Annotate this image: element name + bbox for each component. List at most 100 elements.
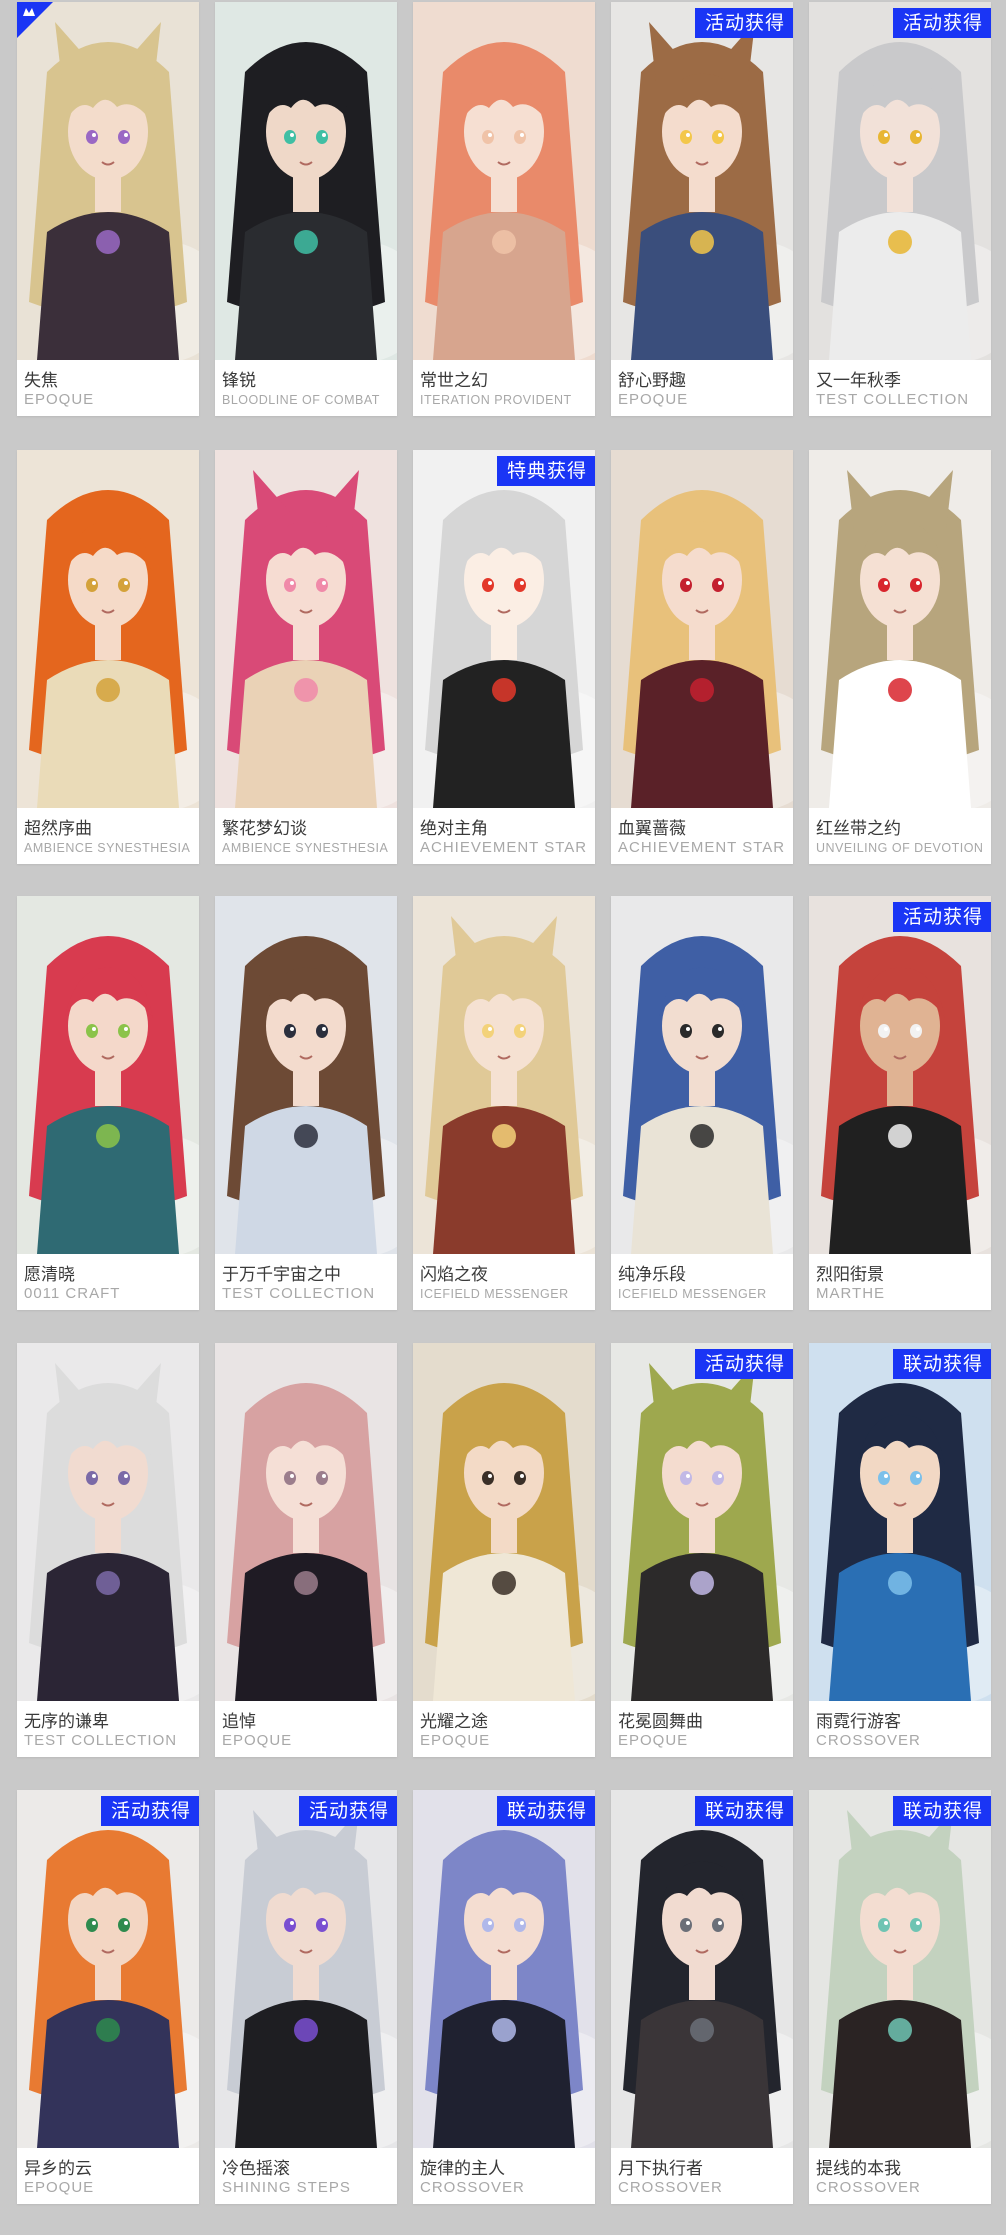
skin-name: 常世之幻 bbox=[420, 371, 488, 391]
skin-brand: ICEFIELD MESSENGER bbox=[420, 1287, 569, 1301]
skin-caption: 舒心野趣 EPOQUE bbox=[611, 360, 793, 416]
skin-portrait: 特典获得 bbox=[413, 450, 595, 808]
skin-name: 舒心野趣 bbox=[618, 371, 686, 391]
skin-caption: 于万千宇宙之中 TEST COLLECTION bbox=[215, 1254, 397, 1310]
character-portrait bbox=[17, 1343, 199, 1701]
skin-brand: CROSSOVER bbox=[816, 2179, 921, 2196]
skin-portrait bbox=[17, 2, 199, 360]
source-badge: 联动获得 bbox=[496, 1796, 595, 1826]
skin-portrait bbox=[17, 896, 199, 1254]
skin-caption: 锋锐 BLOODLINE OF COMBAT bbox=[215, 360, 397, 416]
skin-name: 锋锐 bbox=[222, 371, 256, 391]
skin-brand: TEST COLLECTION bbox=[816, 391, 970, 408]
source-badge: 活动获得 bbox=[694, 8, 793, 38]
skin-card[interactable]: 无序的谦卑 TEST COLLECTION bbox=[17, 1343, 199, 1757]
skin-portrait bbox=[413, 896, 595, 1254]
character-portrait bbox=[17, 2, 199, 360]
skin-name: 提线的本我 bbox=[816, 2159, 901, 2179]
skin-brand: CROSSOVER bbox=[618, 2179, 723, 2196]
skin-caption: 繁花梦幻谈 AMBIENCE SYNESTHESIA bbox=[215, 808, 397, 864]
skin-portrait bbox=[17, 1343, 199, 1701]
skin-brand: ICEFIELD MESSENGER bbox=[618, 1287, 767, 1301]
skin-name: 冷色摇滚 bbox=[222, 2159, 290, 2179]
skin-name: 红丝带之约 bbox=[816, 819, 901, 839]
source-badge: 活动获得 bbox=[892, 8, 991, 38]
character-portrait bbox=[611, 2, 793, 360]
skin-brand: CROSSOVER bbox=[816, 1732, 921, 1749]
skin-caption: 愿清晓 0011 CRAFT bbox=[17, 1254, 199, 1310]
skin-portrait bbox=[413, 1343, 595, 1701]
source-badge: 联动获得 bbox=[694, 1796, 793, 1826]
skin-card[interactable]: 闪焰之夜 ICEFIELD MESSENGER bbox=[413, 896, 595, 1310]
skin-name: 异乡的云 bbox=[24, 2159, 92, 2179]
skin-name: 于万千宇宙之中 bbox=[222, 1265, 341, 1285]
skin-card[interactable]: 追悼 EPOQUE bbox=[215, 1343, 397, 1757]
skin-card[interactable]: 超然序曲 AMBIENCE SYNESTHESIA bbox=[17, 450, 199, 864]
skin-name: 烈阳街景 bbox=[816, 1265, 884, 1285]
skin-portrait: 活动获得 bbox=[809, 2, 991, 360]
skin-caption: 光耀之途 EPOQUE bbox=[413, 1701, 595, 1757]
skin-card[interactable]: 失焦 EPOQUE bbox=[17, 2, 199, 416]
skin-card[interactable]: 联动获得 雨霓行游客 CROSSOVER bbox=[809, 1343, 991, 1757]
skin-card[interactable]: 锋锐 BLOODLINE OF COMBAT bbox=[215, 2, 397, 416]
skin-caption: 追悼 EPOQUE bbox=[215, 1701, 397, 1757]
skin-card[interactable]: 活动获得舒心野趣 EPOQUE bbox=[611, 2, 793, 416]
skin-brand: 0011 CRAFT bbox=[24, 1285, 121, 1302]
skin-brand: EPOQUE bbox=[420, 1732, 491, 1749]
source-badge: 联动获得 bbox=[892, 1796, 991, 1826]
skin-portrait bbox=[17, 450, 199, 808]
character-portrait bbox=[215, 450, 397, 808]
skin-caption: 失焦 EPOQUE bbox=[17, 360, 199, 416]
skin-card[interactable]: 活动获得又一年秋季 TEST COLLECTION bbox=[809, 2, 991, 416]
skin-caption: 异乡的云 EPOQUE bbox=[17, 2148, 199, 2204]
character-portrait bbox=[413, 896, 595, 1254]
skin-brand: CROSSOVER bbox=[420, 2179, 525, 2196]
skin-name: 闪焰之夜 bbox=[420, 1265, 488, 1285]
character-portrait bbox=[413, 1790, 595, 2148]
skin-name: 纯净乐段 bbox=[618, 1265, 686, 1285]
skin-portrait: 联动获得 bbox=[809, 1343, 991, 1701]
skin-caption: 提线的本我 CROSSOVER bbox=[809, 2148, 991, 2204]
skin-card[interactable]: 联动获得 月下执行者 CROSSOVER bbox=[611, 1790, 793, 2204]
skin-card[interactable]: 特典获得 绝对主角 ACHIEVEMENT STAR bbox=[413, 450, 595, 864]
skin-brand: EPOQUE bbox=[618, 391, 689, 408]
skin-name: 绝对主角 bbox=[420, 819, 488, 839]
skin-brand: TEST COLLECTION bbox=[24, 1732, 178, 1749]
skin-brand: EPOQUE bbox=[222, 1732, 293, 1749]
character-portrait bbox=[413, 2, 595, 360]
skin-card[interactable]: 纯净乐段 ICEFIELD MESSENGER bbox=[611, 896, 793, 1310]
skin-caption: 绝对主角 ACHIEVEMENT STAR bbox=[413, 808, 595, 864]
character-portrait bbox=[17, 896, 199, 1254]
skin-card[interactable]: 常世之幻 ITERATION PROVIDENT bbox=[413, 2, 595, 416]
skin-card[interactable]: 活动获得 异乡的云 EPOQUE bbox=[17, 1790, 199, 2204]
skin-card[interactable]: 繁花梦幻谈 AMBIENCE SYNESTHESIA bbox=[215, 450, 397, 864]
skin-card[interactable]: 红丝带之约 UNVEILING OF DEVOTION bbox=[809, 450, 991, 864]
skin-portrait bbox=[611, 896, 793, 1254]
skin-card[interactable]: 活动获得 花冕圆舞曲 EPOQUE bbox=[611, 1343, 793, 1757]
skin-portrait: 活动获得 bbox=[611, 1343, 793, 1701]
skin-card[interactable]: 愿清晓 0011 CRAFT bbox=[17, 896, 199, 1310]
skin-caption: 冷色摇滚 SHINING STEPS bbox=[215, 2148, 397, 2204]
skin-card[interactable]: 血翼蔷薇 ACHIEVEMENT STAR bbox=[611, 450, 793, 864]
skin-card[interactable]: 活动获得冷色摇滚 SHINING STEPS bbox=[215, 1790, 397, 2204]
skin-portrait bbox=[215, 2, 397, 360]
skin-portrait: 活动获得 bbox=[17, 1790, 199, 2148]
source-badge: 活动获得 bbox=[298, 1796, 397, 1826]
skin-name: 雨霓行游客 bbox=[816, 1712, 901, 1732]
skin-name: 又一年秋季 bbox=[816, 371, 901, 391]
skin-card[interactable]: 联动获得旋律的主人 CROSSOVER bbox=[413, 1790, 595, 2204]
skin-caption: 纯净乐段 ICEFIELD MESSENGER bbox=[611, 1254, 793, 1310]
skin-card[interactable]: 联动获得提线的本我 CROSSOVER bbox=[809, 1790, 991, 2204]
skin-caption: 烈阳街景 MARTHE bbox=[809, 1254, 991, 1310]
skin-card[interactable]: 光耀之途 EPOQUE bbox=[413, 1343, 595, 1757]
skin-caption: 雨霓行游客 CROSSOVER bbox=[809, 1701, 991, 1757]
skin-name: 光耀之途 bbox=[420, 1712, 488, 1732]
character-portrait bbox=[611, 1790, 793, 2148]
skin-portrait: 联动获得 bbox=[611, 1790, 793, 2148]
skin-portrait bbox=[215, 896, 397, 1254]
skin-name: 旋律的主人 bbox=[420, 2159, 505, 2179]
skin-card[interactable]: 活动获得 烈阳街景 MARTHE bbox=[809, 896, 991, 1310]
skin-card[interactable]: 于万千宇宙之中 TEST COLLECTION bbox=[215, 896, 397, 1310]
skin-portrait: 活动获得 bbox=[809, 896, 991, 1254]
skin-caption: 花冕圆舞曲 EPOQUE bbox=[611, 1701, 793, 1757]
